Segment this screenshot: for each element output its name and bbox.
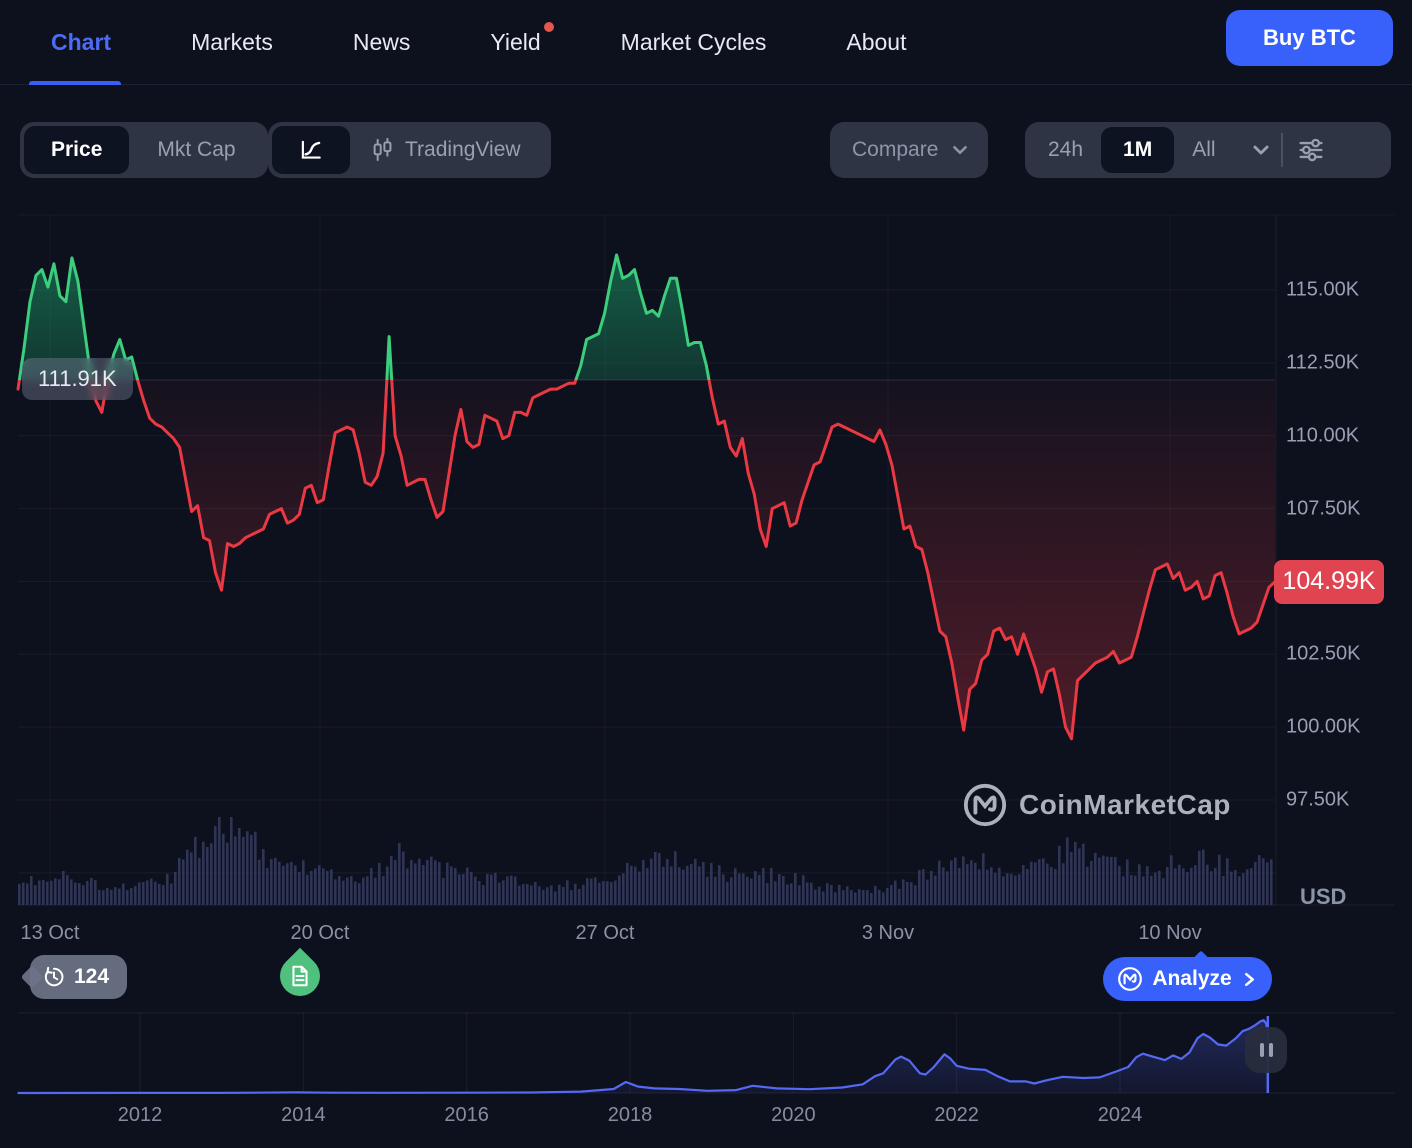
timeframe-group: 24h 1M All [1025,122,1391,178]
y-axis-label: 102.50K [1286,643,1361,666]
history-badge[interactable]: 124 [30,955,127,999]
year-label: 2020 [771,1104,816,1127]
pause-icon [1260,1043,1264,1057]
tab-chart[interactable]: Chart [51,0,111,85]
line-chart-icon [298,137,324,163]
settings-sliders-icon[interactable] [1296,135,1326,165]
tab-yield[interactable]: Yield [490,0,540,85]
divider [1281,133,1283,167]
tab-markets[interactable]: Markets [191,0,273,85]
price-mktcap-toggle: Price Mkt Cap [20,122,268,178]
timeframe-1m[interactable]: 1M [1101,127,1174,173]
tab-yield-label: Yield [490,29,540,56]
x-axis-label: 10 Nov [1138,922,1201,945]
year-label: 2022 [934,1104,979,1127]
clock-history-icon [42,965,66,989]
year-label: 2016 [444,1104,489,1127]
coinmarketcap-logo-icon [1117,966,1143,992]
watermark-label: CoinMarketCap [1019,789,1231,821]
chevron-down-icon [950,140,970,160]
analyze-button[interactable]: Analyze [1103,957,1272,1001]
tab-market-cycles[interactable]: Market Cycles [621,0,767,85]
mktcap-toggle[interactable]: Mkt Cap [129,138,263,162]
range-selector-region[interactable] [18,1013,1394,1095]
x-axis-label: 20 Oct [291,922,350,945]
y-axis-label: 115.00K [1286,279,1359,302]
y-axis-label: 100.00K [1286,716,1361,739]
x-axis-label: 27 Oct [576,922,635,945]
tradingview-label: TradingView [405,138,521,162]
year-label: 2018 [608,1104,653,1127]
currency-label: USD [1300,884,1346,910]
coinmarketcap-logo-icon [962,782,1008,828]
current-price-badge: 104.99K [1274,560,1384,604]
timeframe-chevron-down-icon[interactable] [1250,139,1272,161]
chart-toolbar: Price Mkt Cap TradingView Compare 24h 1M [0,122,1412,178]
tradingview-toggle[interactable]: TradingView [350,137,547,163]
candlestick-icon [370,137,394,163]
range-handle[interactable] [1245,1027,1287,1073]
x-axis-label: 13 Oct [21,922,80,945]
watermark: CoinMarketCap [962,782,1231,828]
document-icon [288,964,312,988]
year-label: 2012 [118,1104,163,1127]
x-axis-label: 3 Nov [862,922,914,945]
buy-btc-button[interactable]: Buy BTC [1226,10,1393,66]
compare-dropdown[interactable]: Compare [830,122,988,178]
timeframe-24h[interactable]: 24h [1030,138,1101,162]
notification-dot-icon [544,22,554,32]
timeframe-all[interactable]: All [1174,138,1233,162]
chevron-right-icon [1241,971,1258,988]
price-toggle[interactable]: Price [24,126,129,174]
y-axis-label: 97.50K [1286,789,1349,812]
tab-about[interactable]: About [846,0,906,85]
year-label: 2024 [1098,1104,1143,1127]
history-count: 124 [74,965,109,989]
compare-label: Compare [852,138,938,162]
open-price-label: 111.91K [22,358,133,400]
top-nav: Chart Markets News Yield Market Cycles A… [0,0,1412,85]
year-label: 2014 [281,1104,326,1127]
chart-type-toggle: TradingView [268,122,551,178]
y-axis-label: 110.00K [1286,424,1359,447]
y-axis-label: 112.50K [1286,351,1359,374]
tab-news[interactable]: News [353,0,411,85]
line-chart-toggle[interactable] [272,126,350,174]
analyze-label: Analyze [1152,967,1231,991]
y-axis-label: 107.50K [1286,497,1361,520]
